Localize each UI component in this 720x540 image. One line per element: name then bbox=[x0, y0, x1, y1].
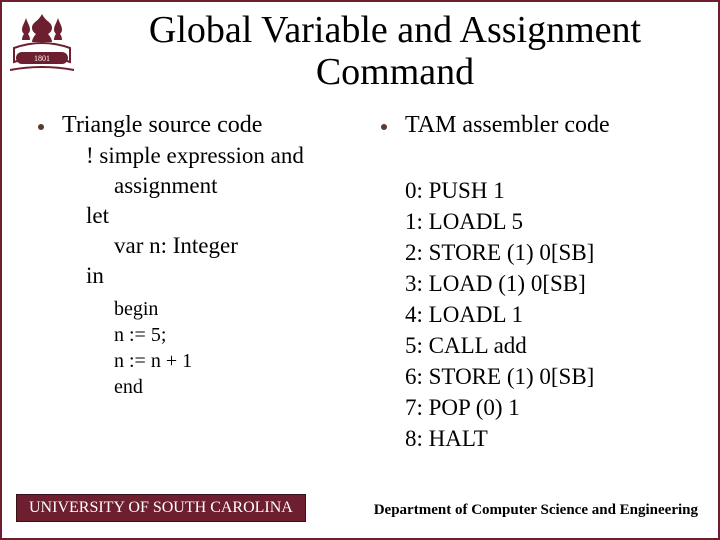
right-heading: TAM assembler code bbox=[405, 112, 610, 139]
src-line: assignment bbox=[86, 171, 355, 201]
bullet-icon bbox=[38, 124, 44, 130]
tam-line: 5: CALL add bbox=[405, 330, 698, 361]
tam-line: 8: HALT bbox=[405, 423, 698, 454]
tam-line: 2: STORE (1) 0[SB] bbox=[405, 237, 698, 268]
src-line: var n: Integer bbox=[86, 231, 355, 261]
svg-text:1801: 1801 bbox=[34, 54, 50, 63]
footer: UNIVERSITY OF SOUTH CAROLINA Department … bbox=[16, 494, 704, 522]
code-line: begin bbox=[114, 296, 355, 322]
code-line: n := 5; bbox=[114, 322, 355, 348]
src-line: ! simple expression and bbox=[86, 141, 355, 171]
src-line: in bbox=[86, 261, 355, 291]
right-column: TAM assembler code 0: PUSH 1 1: LOADL 5 … bbox=[365, 112, 698, 478]
slide-title: Global Variable and Assignment Command bbox=[82, 10, 708, 94]
footer-university: UNIVERSITY OF SOUTH CAROLINA bbox=[16, 494, 306, 522]
tam-line: 1: LOADL 5 bbox=[405, 206, 698, 237]
university-logo: 1801 bbox=[8, 8, 76, 76]
src-line: let bbox=[86, 201, 355, 231]
triangle-source-block: ! simple expression and assignment let v… bbox=[86, 141, 355, 290]
tam-line: 6: STORE (1) 0[SB] bbox=[405, 361, 698, 392]
tam-line: 3: LOAD (1) 0[SB] bbox=[405, 268, 698, 299]
tam-line: 7: POP (0) 1 bbox=[405, 392, 698, 423]
left-column: Triangle source code ! simple expression… bbox=[32, 112, 365, 478]
footer-department: Department of Computer Science and Engin… bbox=[306, 494, 704, 522]
left-heading: Triangle source code bbox=[62, 112, 262, 139]
bullet-icon bbox=[381, 124, 387, 130]
code-line: end bbox=[114, 374, 355, 400]
tam-assembler-block: 0: PUSH 1 1: LOADL 5 2: STORE (1) 0[SB] … bbox=[405, 175, 698, 454]
tam-line: 4: LOADL 1 bbox=[405, 299, 698, 330]
content-area: Triangle source code ! simple expression… bbox=[32, 112, 698, 478]
slide: 1801 Global Variable and Assignment Comm… bbox=[0, 0, 720, 540]
tam-line: 0: PUSH 1 bbox=[405, 175, 698, 206]
code-line: n := n + 1 bbox=[114, 348, 355, 374]
triangle-code-block: begin n := 5; n := n + 1 end bbox=[114, 296, 355, 400]
right-bullet: TAM assembler code bbox=[375, 112, 698, 139]
left-bullet: Triangle source code bbox=[32, 112, 355, 139]
